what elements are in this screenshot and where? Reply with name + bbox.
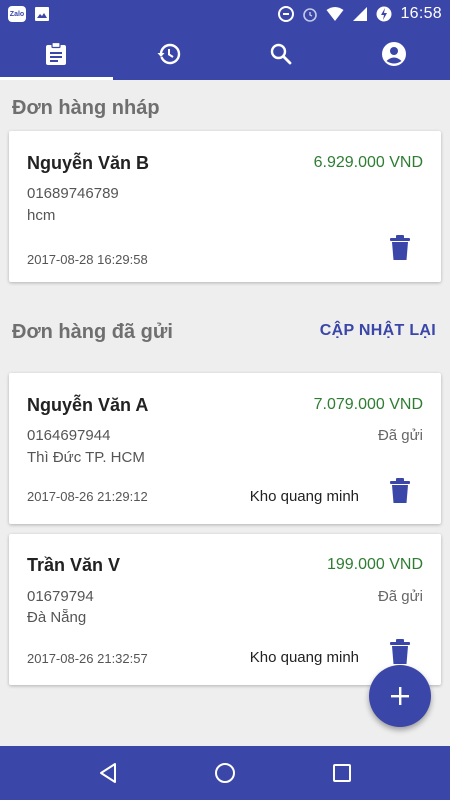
clock: 16:58 [400,5,442,22]
draft-order-card[interactable]: Nguyễn Văn B 6.929.000 VND 01689746789 h… [9,131,441,282]
data-saver-icon [278,6,295,22]
back-button[interactable] [88,753,128,793]
customer-phone: 01679794 [27,588,94,605]
order-amount: 6.929.000 VND [313,154,423,171]
order-status: Đã gửi [377,588,423,605]
customer-address: Đà Nẵng [27,609,87,626]
recents-button[interactable] [322,753,362,793]
delete-icon[interactable] [389,639,411,665]
alarm-icon [303,8,318,22]
order-timestamp: 2017-08-26 21:32:57 [27,651,148,666]
tab-search[interactable] [225,28,338,80]
customer-name: Trần Văn V [27,555,121,575]
order-amount: 199.000 VND [326,556,423,573]
order-timestamp: 2017-08-28 16:29:58 [27,252,148,267]
refresh-button[interactable]: CẬP NHẬT LẠI [320,322,436,340]
order-amount: 7.079.000 VND [313,396,423,413]
tab-orders[interactable] [0,28,113,80]
zalo-notification-icon: Zalo [8,6,26,22]
tab-account[interactable] [338,28,450,80]
home-button[interactable] [205,753,245,793]
customer-phone: 01689746789 [27,185,119,202]
recents-icon [332,764,351,782]
sent-order-card[interactable]: Nguyễn Văn A 7.079.000 VND 0164697944 Đã… [9,373,441,524]
account-icon [381,42,406,66]
warehouse-label: Kho quang minh [249,488,359,505]
sent-order-card[interactable]: Trần Văn V 199.000 VND 01679794 Đã gửi Đ… [9,534,441,685]
plus-icon [391,687,409,705]
tab-history[interactable] [113,28,226,80]
tab-bar [0,28,450,80]
back-icon [100,763,117,783]
customer-name: Nguyễn Văn A [27,395,149,415]
customer-phone: 0164697944 [27,427,111,444]
search-icon [271,43,292,65]
add-order-button[interactable] [369,665,431,727]
delete-icon[interactable] [389,478,411,504]
draft-orders-title: Đơn hàng nháp [12,97,160,119]
signal-icon [353,7,368,21]
system-nav-bar [0,746,450,800]
history-icon [157,43,180,65]
image-notification-icon [35,7,49,21]
customer-address: hcm [27,207,56,224]
customer-name: Nguyễn Văn B [27,153,150,173]
customer-address: Thì Đức TP. HCM [27,449,145,466]
warehouse-label: Kho quang minh [249,649,359,666]
wifi-icon [326,7,344,21]
delete-icon[interactable] [389,235,411,261]
sent-orders-title: Đơn hàng đã gửi [12,321,173,343]
clipboard-icon [46,42,67,65]
order-status: Đã gửi [377,427,423,444]
order-timestamp: 2017-08-26 21:29:12 [27,489,148,504]
status-bar: Zalo 16:58 [0,0,450,28]
battery-charging-icon [376,6,392,22]
home-icon [214,763,235,783]
